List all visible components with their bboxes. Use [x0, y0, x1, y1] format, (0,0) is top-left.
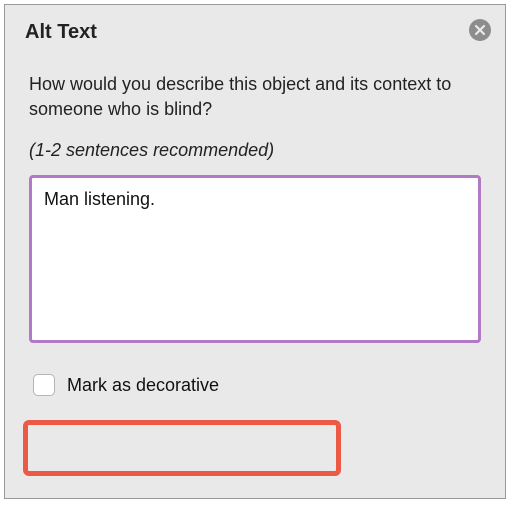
panel-title: Alt Text: [25, 21, 485, 44]
alt-text-panel: Alt Text How would you describe this obj…: [4, 4, 506, 499]
annotation-highlight: [23, 420, 341, 476]
close-button[interactable]: [469, 19, 491, 41]
prompt-text: How would you describe this object and i…: [5, 72, 505, 122]
textarea-container: [29, 175, 481, 348]
mark-decorative-row[interactable]: Mark as decorative: [25, 366, 289, 404]
mark-decorative-label: Mark as decorative: [67, 375, 219, 396]
mark-decorative-checkbox[interactable]: [33, 374, 55, 396]
panel-header: Alt Text: [5, 5, 505, 72]
hint-text: (1-2 sentences recommended): [5, 122, 505, 175]
alt-text-input[interactable]: [29, 175, 481, 343]
close-icon: [474, 24, 486, 36]
